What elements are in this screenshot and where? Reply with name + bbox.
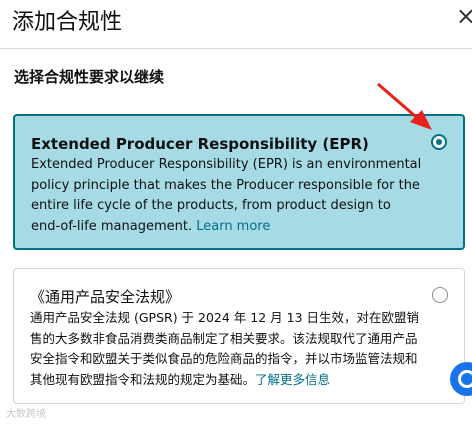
compliance-dialog: 添加合规性 × 选择合规性要求以继续 Extended Producer Res…: [0, 0, 472, 425]
option-card-gpsr[interactable]: 《通用产品安全法规》 通用产品安全法规 (GPSR) 于 2024 年 12 月…: [13, 268, 465, 404]
radio-epr-selected[interactable]: [431, 134, 447, 150]
option-title-gpsr: 《通用产品安全法规》: [30, 288, 181, 306]
option-description-gpsr: 通用产品安全法规 (GPSR) 于 2024 年 12 月 13 日生效，对在欧…: [30, 308, 424, 390]
option-description-epr: Extended Producer Responsibility (EPR) i…: [31, 155, 423, 237]
option-title-epr: Extended Producer Responsibility (EPR): [31, 135, 369, 153]
learn-more-link[interactable]: Learn more: [196, 219, 270, 234]
radio-gpsr-unselected[interactable]: [432, 287, 448, 303]
dialog-title: 添加合规性: [12, 10, 123, 35]
option-card-epr[interactable]: Extended Producer Responsibility (EPR) E…: [13, 114, 465, 250]
watermark: 大数跨境: [6, 409, 46, 420]
arrow-shaft: [377, 82, 423, 124]
dialog-header: 添加合规性 ×: [0, 0, 472, 49]
close-icon[interactable]: ×: [456, 2, 472, 30]
option-description-gpsr-text: 通用产品安全法规 (GPSR) 于 2024 年 12 月 13 日生效，对在欧…: [30, 310, 420, 387]
learn-more-link-gpsr[interactable]: 了解更多信息: [255, 372, 330, 387]
red-arrow-annotation: [377, 82, 432, 130]
dialog-subtitle: 选择合规性要求以继续: [14, 68, 165, 86]
